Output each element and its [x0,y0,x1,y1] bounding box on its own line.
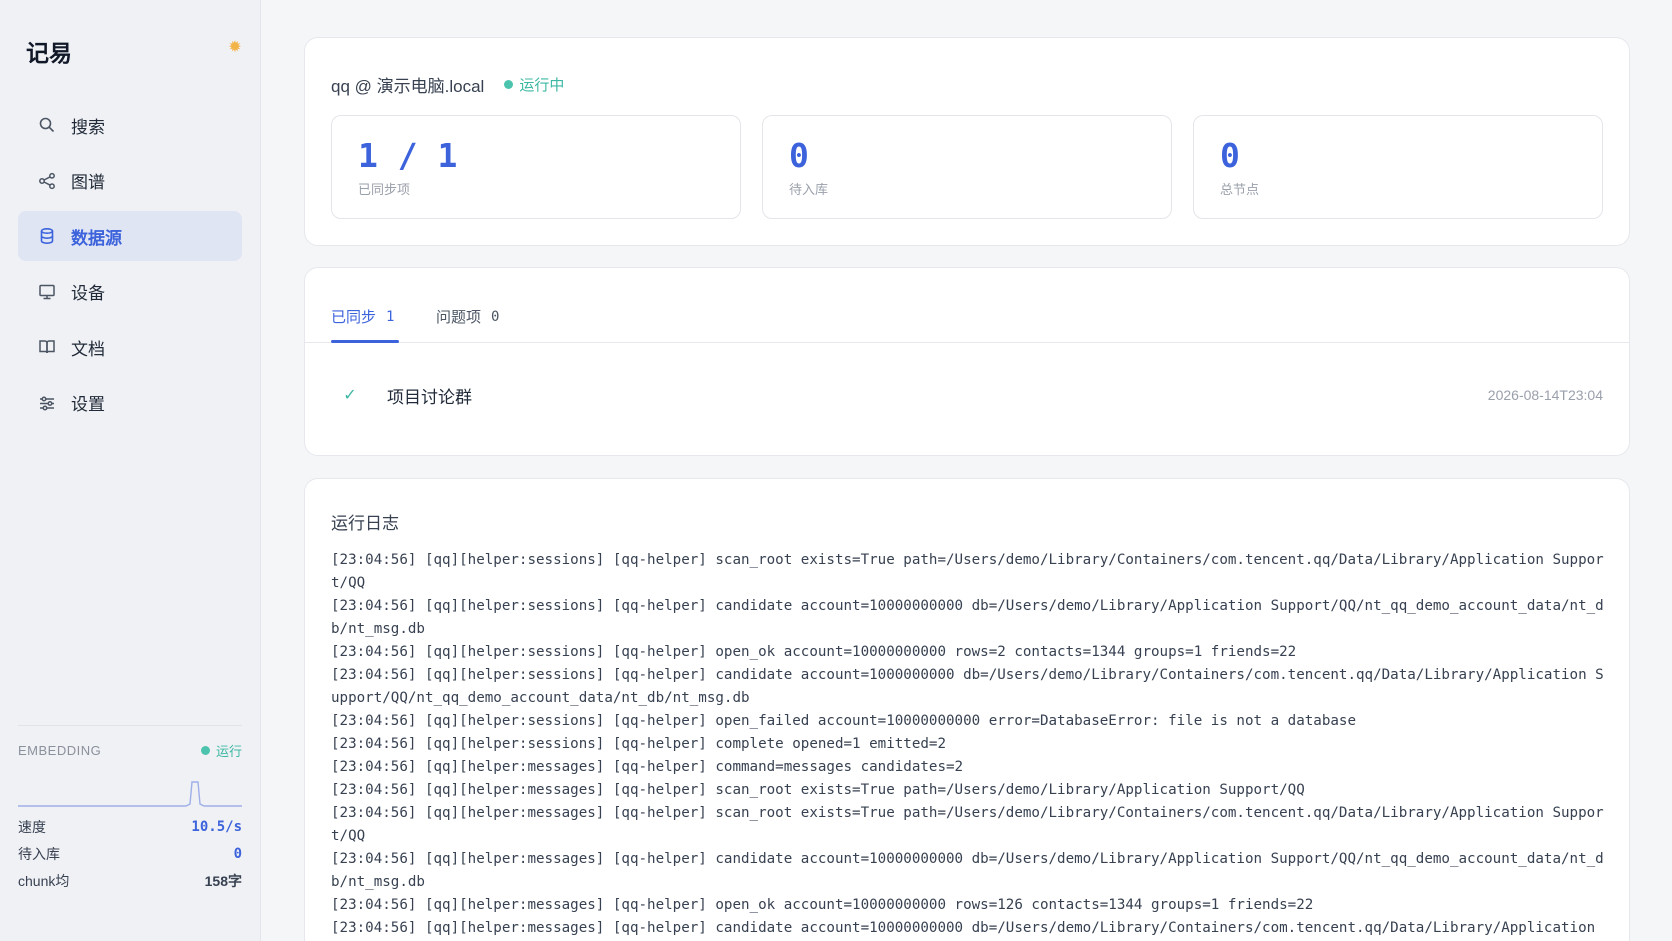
sidebar-item-label: 设置 [71,395,105,414]
log-output: [23:04:56] [qq][helper:sessions] [qq-hel… [331,549,1606,940]
check-icon: ✓ [343,387,357,404]
sync-item-name: 项目讨论群 [387,387,472,407]
metric-synced: 1 / 1 已同步项 [331,115,741,219]
sync-items-card: 已同步 1 问题项 0 ✓ 项目讨论群 2026-08-14T23:04 [304,267,1630,456]
sync-item-time: 2026-08-14T23:04 [1487,387,1603,403]
tab-bar: 已同步 1 问题项 0 [305,268,1629,343]
embedding-status: 运行 [200,741,242,760]
log-line: [23:04:56] [qq][helper:sessions] [qq-hel… [331,667,1604,706]
metric-value: 0 [789,136,809,175]
source-status: 运行中 [504,74,564,95]
log-line: [23:04:56] [qq][helper:messages] [qq-hel… [331,805,1604,844]
database-icon [38,227,56,245]
run-log-card: 运行日志 [23:04:56] [qq][helper:sessions] [q… [304,478,1630,941]
log-line: [23:04:56] [qq][helper:messages] [qq-hel… [331,759,964,775]
sidebar-item-label: 文档 [71,339,105,359]
sidebar-nav: 搜索 图谱 数据源 设备 文档 设置 [18,100,242,433]
sidebar-item-docs[interactable]: 文档 [18,322,242,372]
status-dot-icon [200,746,210,755]
search-icon [38,116,56,134]
share-icon [38,172,56,190]
stat-label: chunk均 [18,872,70,889]
sliders-icon [38,394,56,412]
book-icon [38,338,56,356]
sidebar-item-graph[interactable]: 图谱 [18,156,242,206]
tab-label: 问题项 [436,309,482,326]
stat-value: 10.5/s [191,818,242,835]
status-dot-icon [504,80,514,89]
metric-value: 0 [1220,136,1240,175]
app-title: 记易 [26,40,72,66]
tab-count: 1 [386,308,395,325]
sidebar-item-label: 搜索 [71,117,105,137]
sidebar-item-settings[interactable]: 设置 [18,378,242,428]
stat-label: 速度 [18,818,46,835]
tab-label: 已同步 [331,309,377,326]
embedding-panel: EMBEDDING 运行 速度 10.5/s 待入库 0 chunk均 158字 [18,725,242,894]
sun-icon[interactable]: ✹ [226,39,244,57]
sidebar-item-datasource[interactable]: 数据源 [18,211,242,261]
log-line: [23:04:56] [qq][helper:messages] [qq-hel… [331,920,1596,936]
source-host: qq @ 演示电脑.local [331,77,485,96]
stat-label: 待入库 [18,845,60,862]
tab-synced[interactable]: 已同步 1 [331,306,394,327]
stat-chunk-avg: chunk均 158字 [18,867,242,894]
source-status-label: 运行中 [519,77,565,94]
metric-label: 已同步项 [358,182,411,197]
sidebar-item-label: 设备 [71,284,105,303]
metric-pending: 0 待入库 [762,115,1172,219]
embedding-status-label: 运行 [215,744,242,759]
log-line: [23:04:56] [qq][helper:sessions] [qq-hel… [331,713,1356,729]
log-line: [23:04:56] [qq][helper:sessions] [qq-hel… [331,552,1604,591]
tab-active-indicator [331,340,399,343]
sidebar-item-devices[interactable]: 设备 [18,267,242,317]
tab-issues[interactable]: 问题项 0 [436,306,499,327]
embedding-sparkline [18,781,242,807]
sidebar-item-search[interactable]: 搜索 [18,100,242,150]
sidebar-item-label: 图谱 [71,173,105,192]
sidebar: 记易 ✹ 搜索 图谱 数据源 设备 文档 设置 EMBEDDING 运行 速度 … [0,0,261,941]
log-line: [23:04:56] [qq][helper:messages] [qq-hel… [331,897,1314,913]
metric-nodes: 0 总节点 [1193,115,1603,219]
log-line: [23:04:56] [qq][helper:messages] [qq-hel… [331,851,1604,890]
list-item[interactable]: ✓ 项目讨论群 2026-08-14T23:04 [331,380,1603,410]
metric-value: 1 / 1 [358,136,458,175]
tab-count: 0 [491,308,500,325]
stat-value: 0 [233,845,242,862]
monitor-icon [38,283,56,301]
log-line: [23:04:56] [qq][helper:messages] [qq-hel… [331,782,1305,798]
stat-value: 158字 [204,872,242,889]
stat-pending: 待入库 0 [18,840,242,867]
metric-label: 待入库 [789,182,829,197]
log-line: [23:04:56] [qq][helper:sessions] [qq-hel… [331,736,946,752]
sidebar-item-label: 数据源 [71,228,122,248]
log-title: 运行日志 [331,514,399,533]
source-summary-card: qq @ 演示电脑.local 运行中 1 / 1 已同步项 0 待入库 0 总… [304,37,1630,246]
stat-speed: 速度 10.5/s [18,813,242,840]
metric-label: 总节点 [1220,182,1260,197]
embedding-title: EMBEDDING [18,743,102,758]
log-line: [23:04:56] [qq][helper:sessions] [qq-hel… [331,598,1604,637]
log-line: [23:04:56] [qq][helper:sessions] [qq-hel… [331,644,1297,660]
